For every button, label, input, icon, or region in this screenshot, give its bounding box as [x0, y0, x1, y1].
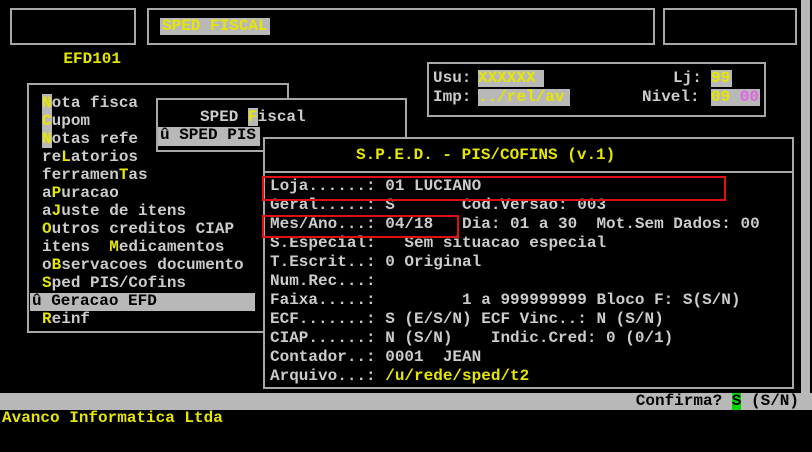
module-title-box: SPED FISCAL: [147, 8, 655, 45]
field-num-rec[interactable]: Num.Rec...:: [270, 273, 376, 292]
arquivo-value: /u/rede/sped/t2: [385, 367, 529, 385]
field-s-especial[interactable]: S.Especial: Sem situacao especial: [270, 235, 606, 254]
confirm-prompt: Confirma?: [636, 393, 732, 410]
menu-item-notas-refe[interactable]: Notas refe: [42, 131, 138, 149]
nivel-value: 09: [711, 88, 730, 106]
field-arquivo[interactable]: Arquivo...: /u/rede/sped/t2: [270, 368, 529, 387]
field-contador[interactable]: Contador..: 0001 JEAN: [270, 349, 481, 368]
right-scrollbar[interactable]: [801, 0, 810, 393]
session-info-box: Usu: XXXXXX Lj: 99 Imp: ../rel/av Nivel:…: [427, 62, 766, 117]
field-mes-ano[interactable]: Mes/Ano...: 04/18 Dia: 01 a 30 Mot.Sem D…: [270, 216, 760, 235]
submenu-item-sped-fiscal[interactable]: SPED Fiscal: [200, 109, 306, 126]
usu-field[interactable]: XXXXXX: [478, 70, 544, 87]
menu-item-apuracao[interactable]: aPuracao: [42, 185, 119, 203]
nivel-field[interactable]: 09 00: [711, 89, 760, 106]
menu-item-observacoes-documento[interactable]: oBservacoes documento: [42, 257, 244, 275]
header-spacer-box: [663, 8, 797, 45]
dialog-title: S.P.E.D. - PIS/COFINS (v.1): [356, 147, 615, 164]
arquivo-label: Arquivo...:: [270, 367, 385, 385]
terminal-screen: EFD101 SPED FISCAL Usu: XXXXXX Lj: 99 Im…: [0, 0, 812, 452]
dialog-title-separator: [265, 171, 792, 173]
lj-label: Lj:: [673, 70, 702, 87]
field-geral[interactable]: Geral.....: S Cod.Versao: 003: [270, 197, 606, 216]
imp-field[interactable]: ../rel/av: [478, 89, 570, 106]
menu-item-sped-pis-cofins[interactable]: Sped PIS/Cofins: [42, 275, 186, 293]
field-faixa[interactable]: Faixa.....: 1 a 999999999 Bloco F: S(S/N…: [270, 292, 740, 311]
pis-cofins-dialog: S.P.E.D. - PIS/COFINS (v.1) Loja......: …: [263, 137, 794, 389]
field-ecf[interactable]: ECF.......: S (E/S/N) ECF Vinc..: N (S/N…: [270, 311, 664, 330]
nivel-value-2: 00: [730, 88, 759, 106]
confirm-bar: Confirma? S (S/N): [0, 393, 812, 410]
module-title: SPED FISCAL: [160, 18, 270, 35]
menu-item-ajuste-de-itens[interactable]: aJuste de itens: [42, 203, 186, 221]
company-footer: Avanco Informatica Ltda: [2, 410, 223, 427]
menu-item-reinf[interactable]: Reinf: [42, 311, 90, 329]
menu-item-relatorios[interactable]: reLatorios: [42, 149, 138, 167]
menu-item-geracao-efd[interactable]: û Geracao EFD: [30, 293, 255, 311]
program-code: EFD101: [63, 50, 121, 68]
usu-label: Usu:: [433, 70, 471, 87]
submenu-item-sped-pis[interactable]: û SPED PIS: [158, 127, 260, 146]
field-t-escrit[interactable]: T.Escrit..: 0 Original: [270, 254, 481, 273]
nivel-label: Nivel:: [642, 89, 700, 106]
menu-item-ferramentas[interactable]: ferramenTas: [42, 167, 148, 185]
confirm-input[interactable]: S: [732, 393, 742, 410]
field-ciap[interactable]: CIAP......: N (S/N) Indic.Cred: 0 (0/1): [270, 330, 673, 349]
field-loja[interactable]: Loja......: 01 LUCIANO: [270, 178, 481, 197]
program-code-box: EFD101: [10, 8, 136, 45]
imp-label: Imp:: [433, 89, 471, 106]
menu-item-nota-fiscal[interactable]: Nota fisca: [42, 95, 138, 113]
lj-field[interactable]: 99: [711, 70, 732, 87]
menu-item-outros-creditos-ciap[interactable]: Outros creditos CIAP: [42, 221, 234, 239]
menu-item-cupom[interactable]: Cupom: [42, 113, 90, 131]
menu-item-itens-medicamentos[interactable]: itens Medicamentos: [42, 239, 224, 257]
confirm-options: (S/N): [741, 393, 799, 410]
